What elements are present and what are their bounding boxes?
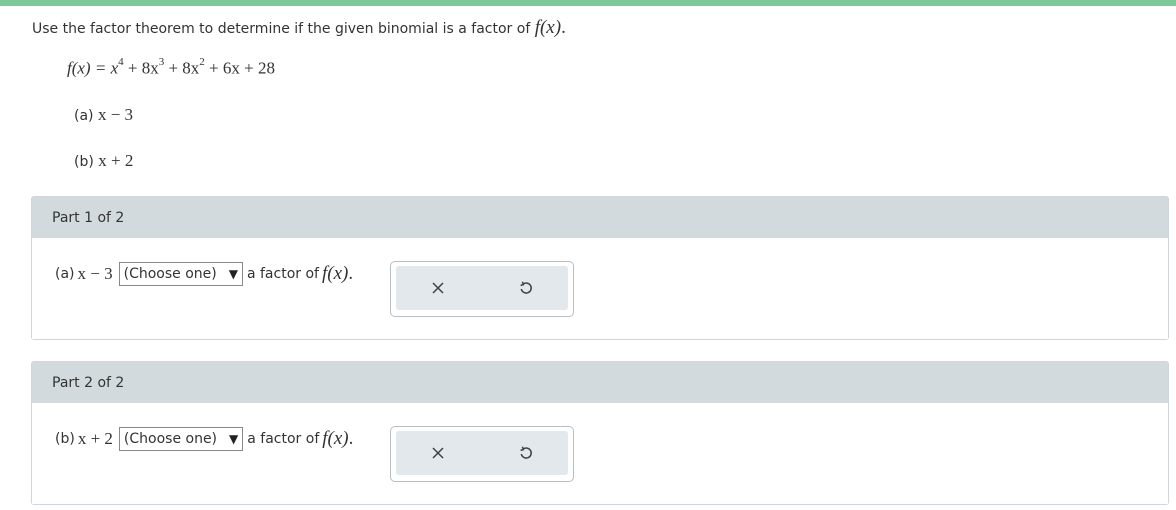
undo-icon <box>520 446 532 459</box>
part-1-question: (a) x − 3 (Choose one) ▼ a factor of f(x… <box>55 262 354 286</box>
part-1-header: Part 1 of 2 <box>32 197 1168 238</box>
part-2-header: Part 2 of 2 <box>32 362 1168 403</box>
part-2-panel: Part 2 of 2 (b) x + 2 (Choose one) ▼ a f… <box>31 361 1169 505</box>
part-2-choose-select[interactable]: (Choose one) ▼ <box>118 427 244 451</box>
top-accent-bar <box>0 0 1176 6</box>
undo-icon <box>520 281 532 294</box>
part-1-panel: Part 1 of 2 (a) x − 3 (Choose one) ▼ a f… <box>31 196 1169 340</box>
part-1-choose-select[interactable]: (Choose one) ▼ <box>118 262 243 286</box>
part-1-reset-button[interactable] <box>514 276 538 300</box>
dropdown-arrow-icon: ▼ <box>229 432 239 446</box>
part-1-action-panel <box>390 261 574 317</box>
part-2-question: (b) x + 2 (Choose one) ▼ a factor of f(x… <box>55 427 354 451</box>
part-2-reset-button[interactable] <box>514 441 538 465</box>
part-2-body: (b) x + 2 (Choose one) ▼ a factor of f(x… <box>32 403 1168 504</box>
part-2-clear-button[interactable] <box>426 441 450 465</box>
item-b-expr: x + 2 <box>98 151 134 170</box>
item-a-expr: x − 3 <box>97 105 134 124</box>
prompt-fx: f(x) <box>534 17 562 38</box>
part-2-action-panel <box>390 426 574 482</box>
polynomial-equation: f(x) = x4 + 8x3 + 8x2 + 6x + 28 <box>67 56 275 78</box>
close-icon <box>432 447 444 459</box>
item-a: (a) x − 3 <box>74 105 134 124</box>
question-prompt: Use the factor theorem to determine if t… <box>32 17 566 38</box>
part-1-clear-button[interactable] <box>426 276 450 300</box>
close-icon <box>432 282 444 294</box>
dropdown-arrow-icon: ▼ <box>228 267 238 281</box>
part-1-body: (a) x − 3 (Choose one) ▼ a factor of f(x… <box>32 238 1168 339</box>
item-b: (b) x + 2 <box>74 151 134 170</box>
